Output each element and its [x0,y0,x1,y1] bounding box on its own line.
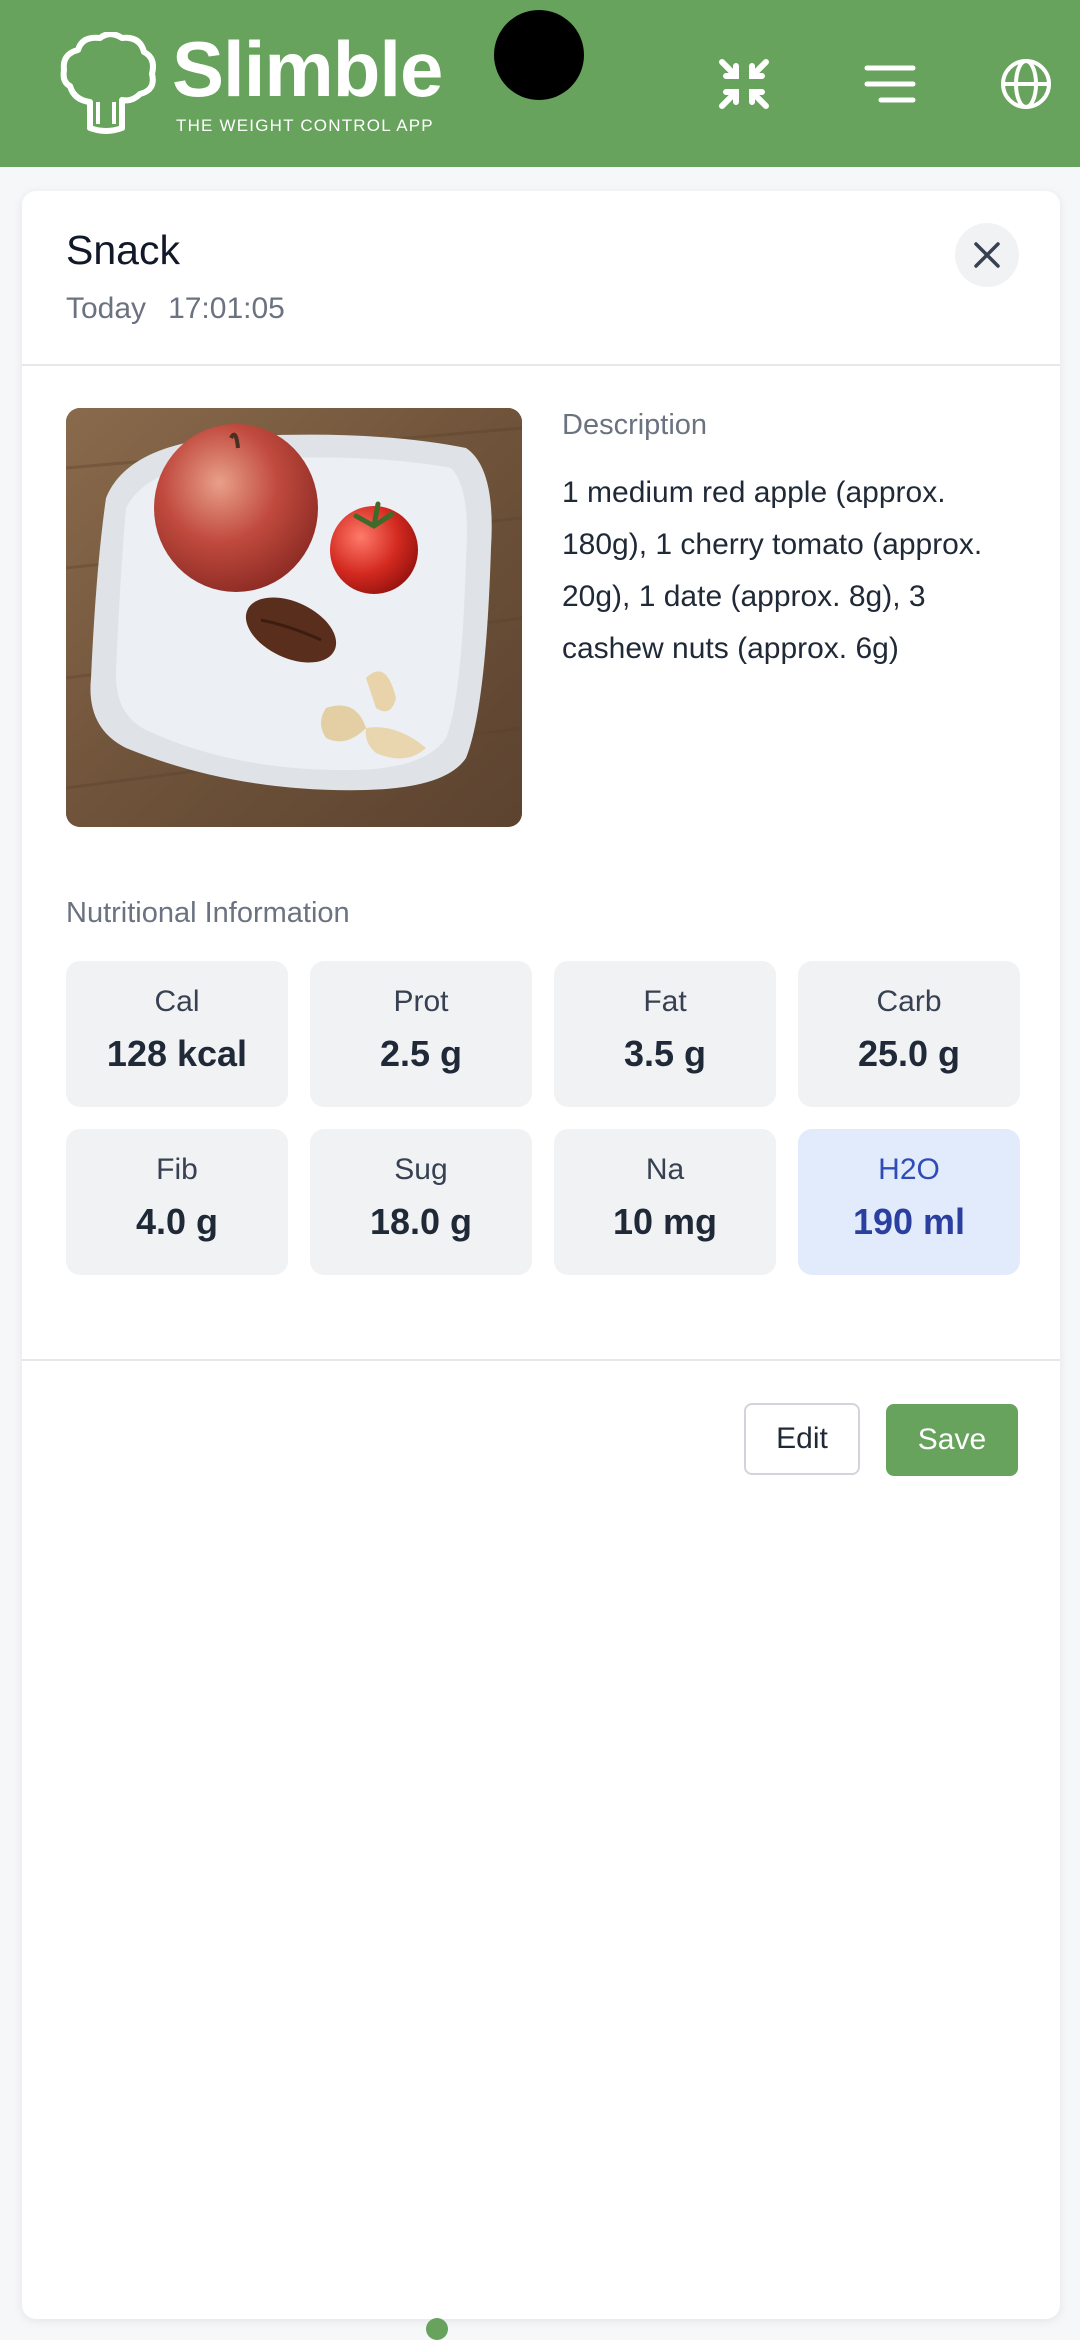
meal-title: Snack [66,227,180,273]
description-label: Description [562,409,708,441]
nutrition-fiber: Fib 4.0 g [66,1129,288,1275]
close-button[interactable] [955,223,1019,287]
broccoli-icon [60,32,156,134]
language-button[interactable] [994,52,1058,116]
nutrition-grid: Cal 128 kcal Prot 2.5 g Fat 3.5 g Carb 2… [66,961,1020,1275]
save-button[interactable]: Save [886,1404,1018,1476]
edit-button[interactable]: Edit [744,1403,860,1475]
nutrition-sodium: Na 10 mg [554,1129,776,1275]
scroll-indicator [426,2318,448,2340]
slimble-logo[interactable]: Slimble THE WEIGHT CONTROL APP [60,25,443,140]
nutrition-value: 2.5 g [379,1033,463,1074]
modal-header: Snack Today 17:01:05 [22,191,1060,366]
nutrition-value: 18.0 g [369,1201,473,1242]
meal-date: Today [66,292,147,325]
menu-button[interactable] [858,52,922,116]
nutrition-value: 4.0 g [135,1201,219,1242]
meal-description: 1 medium red apple (approx. 180g), 1 che… [562,476,983,665]
nutrition-key: Fib [156,1153,198,1186]
nutrition-calories: Cal 128 kcal [66,961,288,1107]
brand-tagline: THE WEIGHT CONTROL APP [176,116,434,135]
nutrition-fat: Fat 3.5 g [554,961,776,1107]
nutrition-water: H2O 190 ml [798,1129,1020,1275]
nutrition-label: Nutritional Information [66,897,350,929]
nutrition-value: 3.5 g [623,1033,707,1074]
nutrition-key: Prot [393,985,449,1018]
compress-button[interactable] [712,52,776,116]
menu-icon [864,65,916,103]
nutrition-sugar: Sug 18.0 g [310,1129,532,1275]
nutrition-carbs: Carb 25.0 g [798,961,1020,1107]
meal-detail-modal: Snack Today 17:01:05 Description 1 mediu… [22,191,1060,2319]
camera-cutout [494,10,584,100]
nutrition-value: 190 ml [852,1201,966,1242]
globe-icon [1001,59,1051,109]
nutrition-key: Fat [643,985,687,1018]
compress-icon [719,59,769,109]
meal-time: 17:01:05 [168,292,285,325]
nutrition-key: H2O [878,1153,940,1186]
nutrition-value: 25.0 g [857,1033,961,1074]
nutrition-value: 128 kcal [106,1033,248,1074]
nutrition-key: Sug [394,1153,448,1186]
nutrition-key: Carb [876,985,942,1018]
brand-name: Slimble [172,25,443,113]
nutrition-key: Na [645,1153,685,1186]
nutrition-value: 10 mg [612,1201,718,1242]
meal-photo [66,408,522,827]
footer-divider [22,1359,1060,1361]
meal-datetime: Today 17:01:05 [66,292,285,326]
nutrition-protein: Prot 2.5 g [310,961,532,1107]
nutrition-key: Cal [154,985,200,1018]
close-icon [974,242,1000,268]
app-header: Slimble THE WEIGHT CONTROL APP [0,0,1080,167]
